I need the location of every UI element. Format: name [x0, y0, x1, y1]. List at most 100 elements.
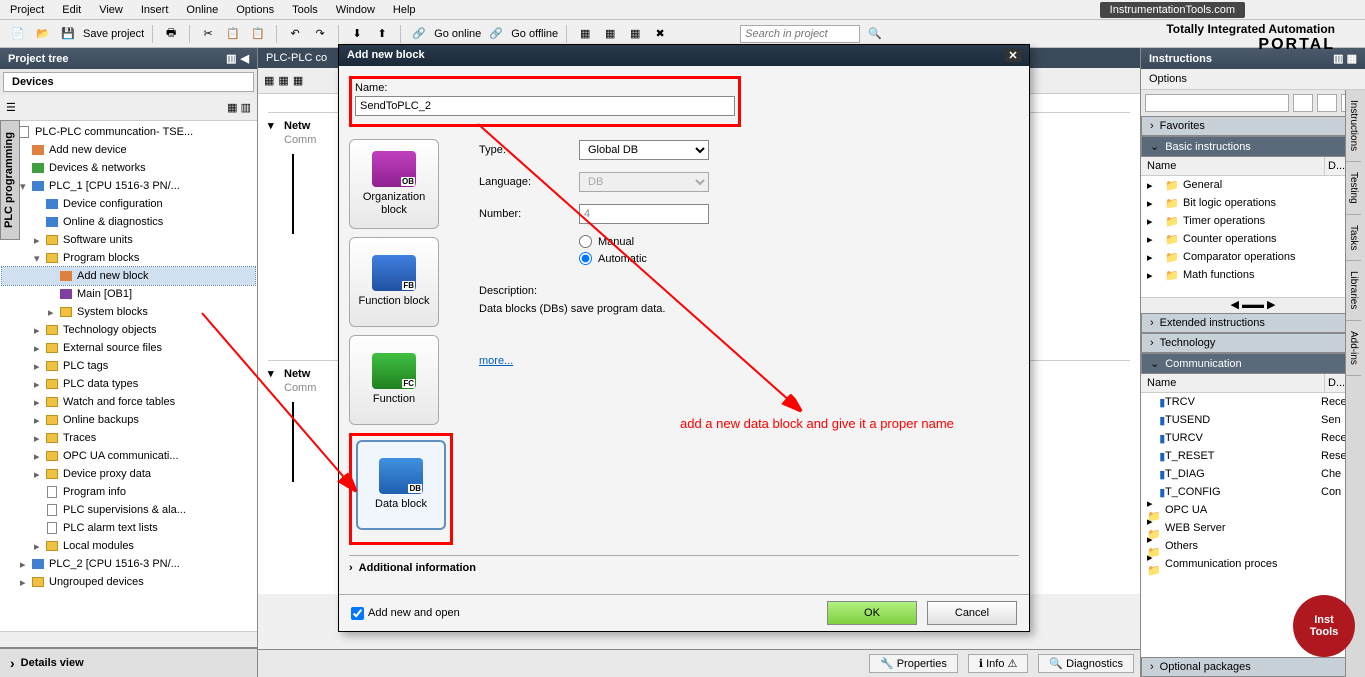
tb-icon-2[interactable]: ▦: [600, 24, 620, 44]
ob-button[interactable]: OB Organization block: [349, 139, 439, 229]
menu-online[interactable]: Online: [186, 4, 218, 16]
communication-section[interactable]: ⌄Communication: [1141, 353, 1365, 374]
save-icon[interactable]: 💾: [58, 24, 78, 44]
tree-item[interactable]: ▸Ungrouped devices: [2, 573, 255, 591]
search-btn-icon[interactable]: [1293, 94, 1313, 112]
instructions-search-input[interactable]: [1145, 94, 1289, 112]
tree-item[interactable]: Main [OB1]: [2, 285, 255, 303]
tree-item[interactable]: ▾PLC-PLC communcation- TSE...: [2, 123, 255, 141]
editor-icon[interactable]: ▦: [264, 74, 274, 87]
optional-section[interactable]: ›Optional packages: [1141, 657, 1365, 677]
tree-item[interactable]: ▸Local modules: [2, 537, 255, 555]
tree-item[interactable]: ▸External source files: [2, 339, 255, 357]
tree-item[interactable]: ▸OPC UA communicati...: [2, 447, 255, 465]
side-tab-addins[interactable]: Add-ins: [1346, 321, 1361, 376]
cut-icon[interactable]: ✂: [198, 24, 218, 44]
tree-item[interactable]: Devices & networks: [2, 159, 255, 177]
instruction-item[interactable]: ▮T_CONFIGCon: [1141, 483, 1365, 501]
add-open-checkbox[interactable]: [351, 607, 364, 620]
side-tab-instructions[interactable]: Instructions: [1346, 90, 1361, 162]
basic-section[interactable]: ⌄Basic instructions: [1141, 136, 1365, 157]
tree-item[interactable]: ▸Device proxy data: [2, 465, 255, 483]
network-expand-icon[interactable]: ▾: [268, 119, 284, 132]
go-offline-label[interactable]: Go offline: [511, 28, 558, 40]
instruction-item[interactable]: ▮TURCVRece: [1141, 429, 1365, 447]
tree-item[interactable]: ▾Program blocks: [2, 249, 255, 267]
menu-edit[interactable]: Edit: [62, 4, 81, 16]
block-name-input[interactable]: [355, 96, 735, 116]
side-tab-plc-programming[interactable]: PLC programming: [0, 120, 20, 240]
editor-icon[interactable]: ▦: [278, 74, 288, 87]
more-link[interactable]: more...: [479, 355, 513, 367]
menu-help[interactable]: Help: [393, 4, 416, 16]
go-online-label[interactable]: Go online: [434, 28, 481, 40]
dialog-close-icon[interactable]: ✕: [1005, 49, 1021, 62]
instruction-item[interactable]: ▮T_RESETRese: [1141, 447, 1365, 465]
details-view-bar[interactable]: › Details view: [0, 647, 257, 677]
upload-icon[interactable]: ⬆: [372, 24, 392, 44]
tree-scrollbar[interactable]: [0, 631, 257, 647]
tree-item[interactable]: PLC supervisions & ala...: [2, 501, 255, 519]
tree-item[interactable]: ▸Online backups: [2, 411, 255, 429]
side-tab-tasks[interactable]: Tasks: [1346, 215, 1361, 262]
instr-scrollbar[interactable]: ◀ ▬▬ ▶: [1141, 297, 1365, 313]
instruction-item[interactable]: ▸📁General: [1141, 176, 1365, 194]
editor-tab[interactable]: PLC-PLC co: [266, 52, 327, 64]
instruction-item[interactable]: ▮TUSENDSen: [1141, 411, 1365, 429]
tree-item[interactable]: ▸Technology objects: [2, 321, 255, 339]
cancel-button[interactable]: Cancel: [927, 601, 1017, 625]
undo-icon[interactable]: ↶: [285, 24, 305, 44]
ok-button[interactable]: OK: [827, 601, 917, 625]
instruction-item[interactable]: ▸📁Math functions: [1141, 266, 1365, 284]
instruction-item[interactable]: ▮TRCVRece: [1141, 393, 1365, 411]
menu-tools[interactable]: Tools: [292, 4, 318, 16]
tree-item[interactable]: ▸System blocks: [2, 303, 255, 321]
fc-button[interactable]: FC Function: [349, 335, 439, 425]
info-tab[interactable]: ℹ Info ⚠: [968, 654, 1029, 673]
favorites-section[interactable]: ›Favorites: [1141, 116, 1365, 136]
menu-project[interactable]: Project: [10, 4, 44, 16]
open-icon[interactable]: 📂: [33, 24, 53, 44]
menu-options[interactable]: Options: [236, 4, 274, 16]
side-tab-libraries[interactable]: Libraries: [1346, 261, 1361, 320]
tb-icon-3[interactable]: ▦: [625, 24, 645, 44]
tree-item[interactable]: Online & diagnostics: [2, 213, 255, 231]
additional-info-section[interactable]: › Additional information: [349, 555, 1019, 580]
filter-btn-icon[interactable]: [1317, 94, 1337, 112]
tree-item[interactable]: ▸PLC data types: [2, 375, 255, 393]
technology-section[interactable]: ›Technology: [1141, 333, 1365, 353]
instruction-item[interactable]: ▸ 📁WEB Server: [1141, 519, 1365, 537]
tree-item[interactable]: ▸Traces: [2, 429, 255, 447]
tree-item[interactable]: Add new block: [2, 267, 255, 285]
extended-section[interactable]: ›Extended instructions: [1141, 313, 1365, 333]
instruction-item[interactable]: ▸ 📁Communication proces: [1141, 555, 1365, 573]
go-online-icon[interactable]: 🔗: [409, 24, 429, 44]
list-view-icon[interactable]: ▥: [241, 102, 251, 114]
instruction-item[interactable]: ▮T_DIAGChe: [1141, 465, 1365, 483]
project-search-input[interactable]: [740, 25, 860, 43]
fb-button[interactable]: FB Function block: [349, 237, 439, 327]
side-tab-testing[interactable]: Testing: [1346, 162, 1361, 215]
panel-icon[interactable]: ▥: [226, 52, 236, 65]
search-icon[interactable]: 🔍: [865, 24, 885, 44]
diagnostics-tab[interactable]: 🔍 Diagnostics: [1038, 654, 1134, 673]
instruction-item[interactable]: ▸ 📁OPC UA: [1141, 501, 1365, 519]
manual-radio[interactable]: [579, 235, 592, 248]
tree-item[interactable]: ▸Watch and force tables: [2, 393, 255, 411]
tree-item[interactable]: PLC alarm text lists: [2, 519, 255, 537]
tree-item[interactable]: ▸Software units: [2, 231, 255, 249]
devices-toolbar-left-icon[interactable]: ☰: [6, 101, 16, 114]
menu-view[interactable]: View: [99, 4, 123, 16]
paste-icon[interactable]: 📋: [248, 24, 268, 44]
tb-icon-1[interactable]: ▦: [575, 24, 595, 44]
type-select[interactable]: Global DB: [579, 140, 709, 160]
editor-icon[interactable]: ▦: [293, 74, 303, 87]
instruction-item[interactable]: ▸📁Timer operations: [1141, 212, 1365, 230]
tree-item[interactable]: Program info: [2, 483, 255, 501]
tree-item[interactable]: Device configuration: [2, 195, 255, 213]
network-expand-icon[interactable]: ▾: [268, 367, 284, 380]
tree-item[interactable]: ▸PLC_2 [CPU 1516-3 PN/...: [2, 555, 255, 573]
tree-item[interactable]: Add new device: [2, 141, 255, 159]
menu-insert[interactable]: Insert: [141, 4, 169, 16]
instruction-item[interactable]: ▸📁Comparator operations: [1141, 248, 1365, 266]
